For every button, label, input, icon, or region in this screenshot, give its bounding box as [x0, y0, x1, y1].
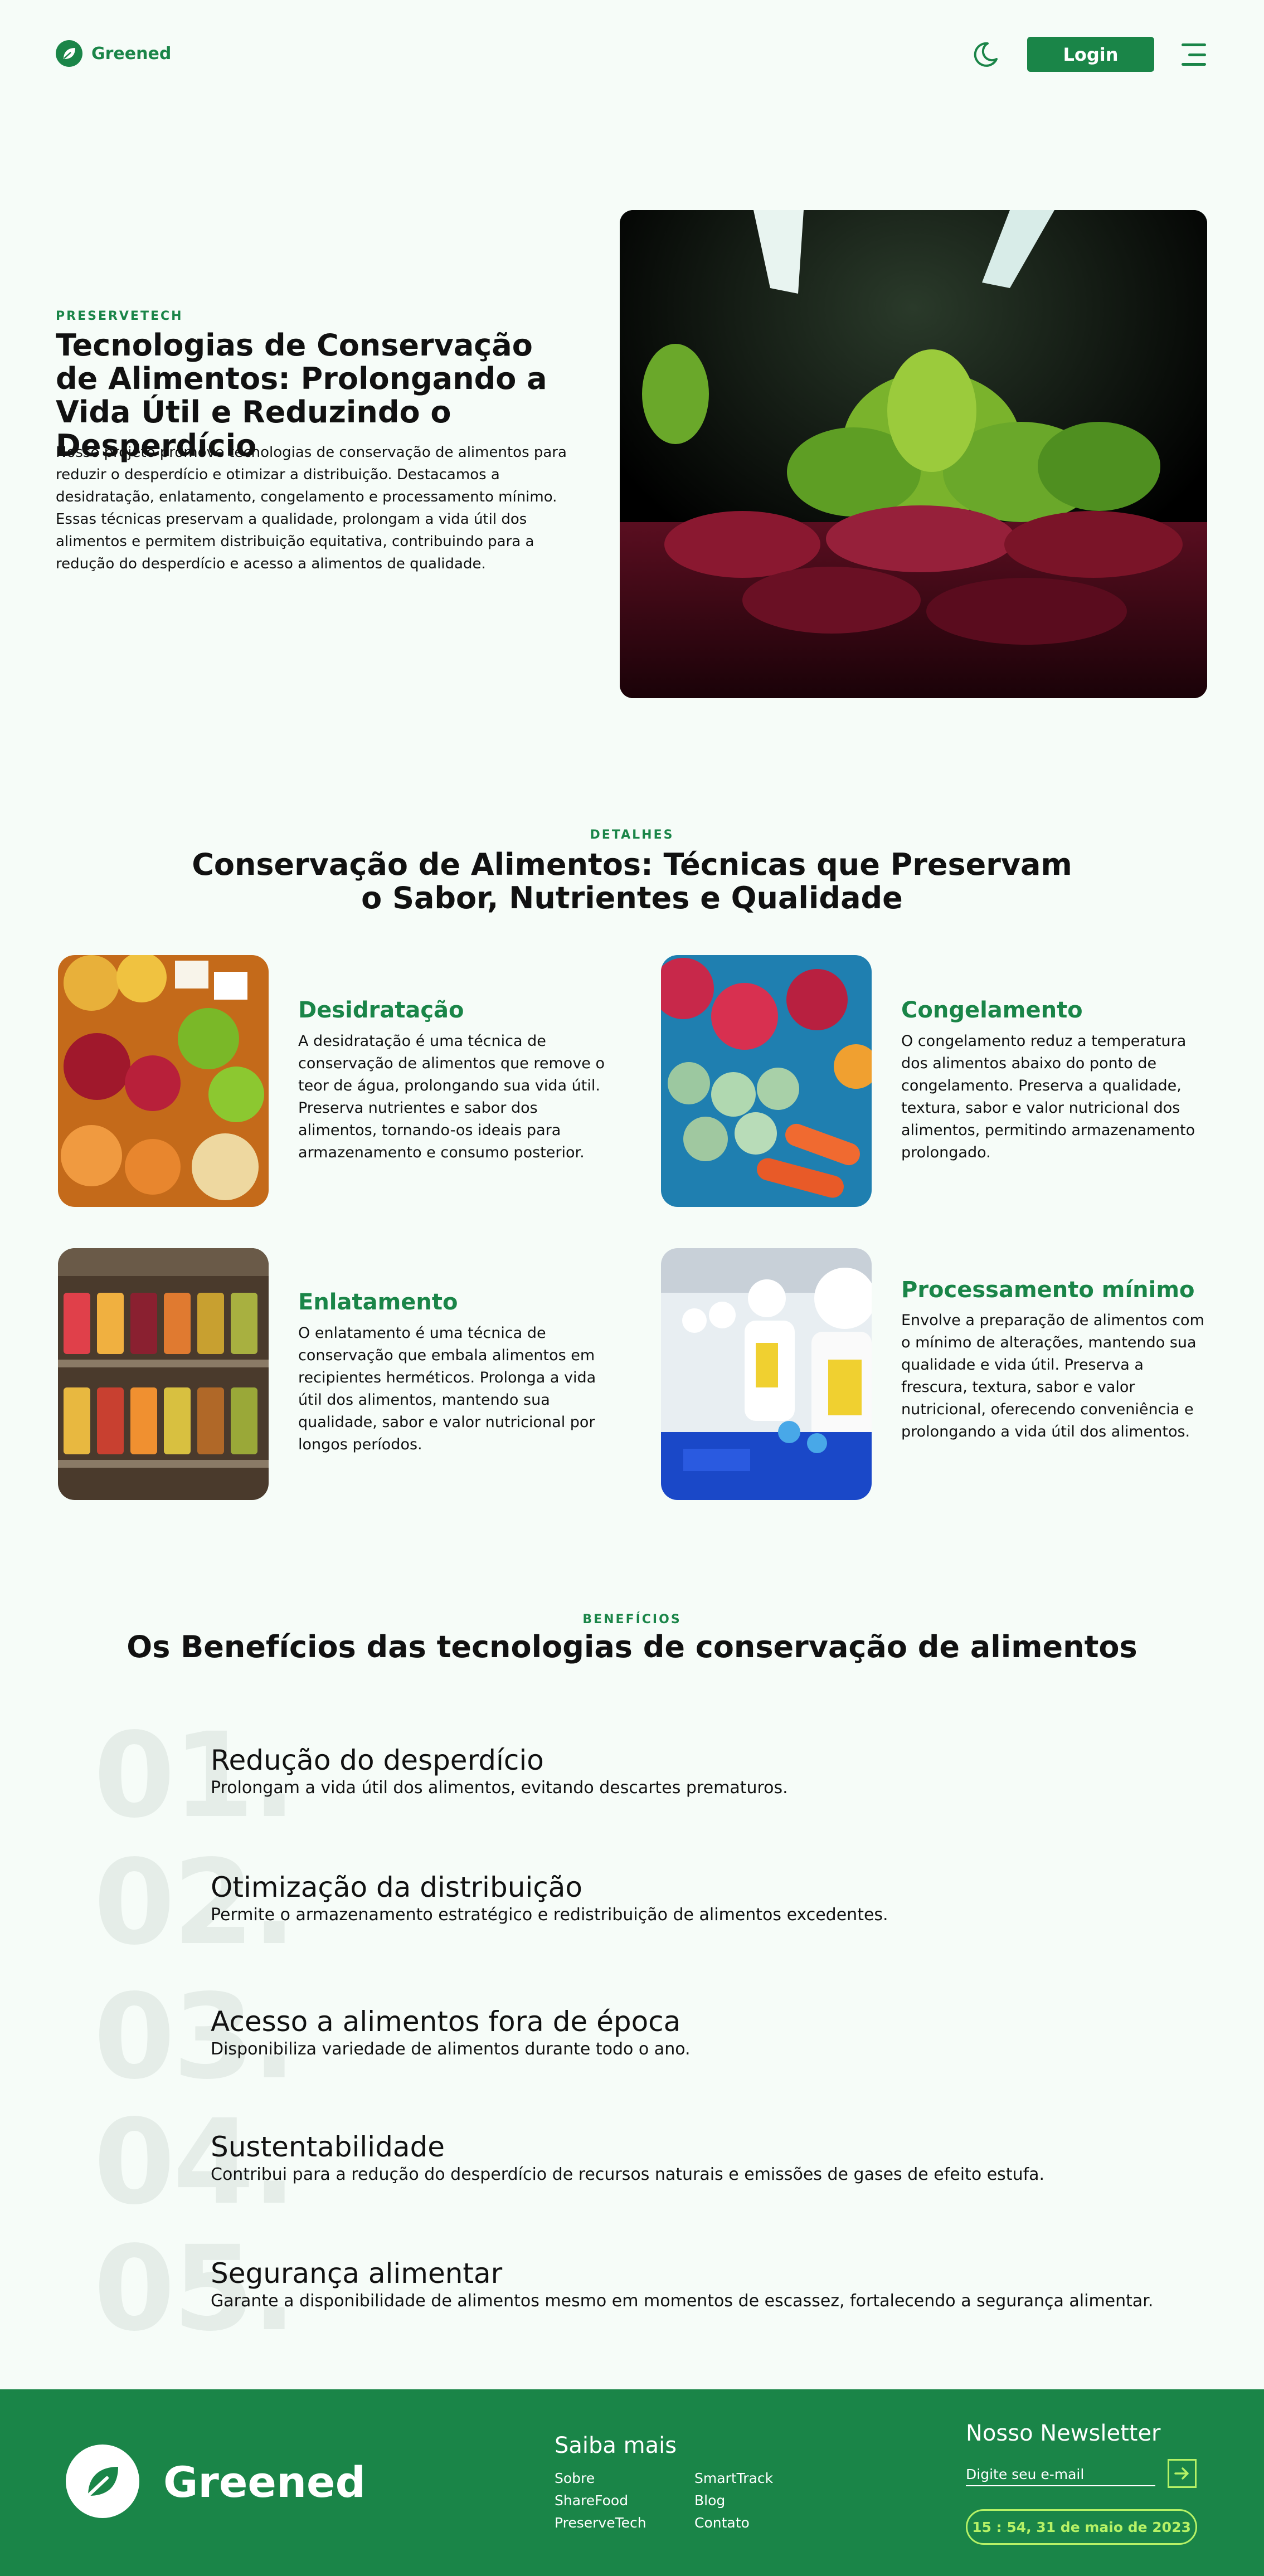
card-text-freezing: O congelamento reduz a temperatura dos a…	[901, 1033, 1195, 1161]
footer-link-blog[interactable]: Blog	[694, 2492, 725, 2509]
newsletter-email-input[interactable]	[966, 2463, 1155, 2486]
footer-link-preservetech[interactable]: PreserveTech	[555, 2515, 646, 2531]
benefit-title: Segurança alimentar	[211, 2257, 503, 2290]
newsletter-title: Nosso Newsletter	[966, 2421, 1161, 2446]
benefit-text: Prolongam a vida útil dos alimentos, evi…	[211, 1778, 788, 1798]
benefits-eyebrow: BENEFÍCIOS	[582, 1613, 682, 1627]
benefit-text: Contribui para a redução do desperdício …	[211, 2165, 1045, 2184]
brand-logo[interactable]: Greened	[56, 40, 171, 67]
frozen-foods-image	[661, 955, 872, 1207]
card-title-canning: Enlatamento	[298, 1289, 458, 1315]
details-title: Conservação de Alimentos: Técnicas que P…	[192, 847, 1072, 916]
card-text-canning: O enlatamento é uma técnica de conservaç…	[298, 1324, 596, 1453]
menu-icon[interactable]	[1182, 43, 1206, 66]
card-text-dehydration: A desidratação é uma técnica de conserva…	[298, 1033, 605, 1161]
footer-brand-name: Greened	[163, 2457, 366, 2507]
footer-link-smarttrack[interactable]: SmartTrack	[694, 2470, 773, 2486]
footer-link-sobre[interactable]: Sobre	[555, 2470, 595, 2486]
footer-link-contato[interactable]: Contato	[694, 2515, 750, 2531]
login-button[interactable]: Login	[1027, 37, 1154, 72]
benefit-title: Otimização da distribuição	[211, 1871, 582, 1903]
food-processing-image	[661, 1248, 872, 1500]
benefit-title: Redução do desperdício	[211, 1744, 544, 1776]
leaf-icon	[56, 40, 82, 67]
arrow-right-icon	[1174, 2467, 1189, 2480]
benefit-text: Disponibiliza variedade de alimentos dur…	[211, 2039, 691, 2059]
details-eyebrow: DETALHES	[590, 828, 674, 842]
leaf-icon	[66, 2444, 139, 2518]
hero-text: Nosso projeto promove tecnologias de con…	[56, 444, 567, 572]
footer-links-title: Saiba mais	[555, 2433, 677, 2458]
benefit-title: Sustentabilidade	[211, 2131, 445, 2163]
card-text-minimal-processing: Envolve a preparação de alimentos com o …	[901, 1312, 1204, 1440]
card-title-minimal-processing: Processamento mínimo	[901, 1277, 1195, 1303]
dried-fruits-image	[58, 955, 269, 1207]
canned-jars-image	[58, 1248, 269, 1500]
benefit-text: Permite o armazenamento estratégico e re…	[211, 1905, 888, 1925]
benefit-text: Garante a disponibilidade de alimentos m…	[211, 2291, 1154, 2311]
hero-eyebrow: PRESERVETECH	[56, 309, 183, 323]
card-title-freezing: Congelamento	[901, 997, 1083, 1023]
newsletter-submit-button[interactable]	[1168, 2459, 1197, 2488]
brand-name: Greened	[91, 43, 172, 64]
moon-icon[interactable]	[971, 40, 1000, 69]
benefit-title: Acesso a alimentos fora de época	[211, 2005, 681, 2038]
benefits-title: Os Benefícios das tecnologias de conserv…	[127, 1629, 1137, 1664]
date-time-badge: 15 : 54, 31 de maio de 2023	[966, 2509, 1197, 2545]
hero-image	[620, 210, 1207, 698]
card-title-dehydration: Desidratação	[298, 997, 464, 1023]
footer-link-sharefood[interactable]: ShareFood	[555, 2492, 628, 2509]
